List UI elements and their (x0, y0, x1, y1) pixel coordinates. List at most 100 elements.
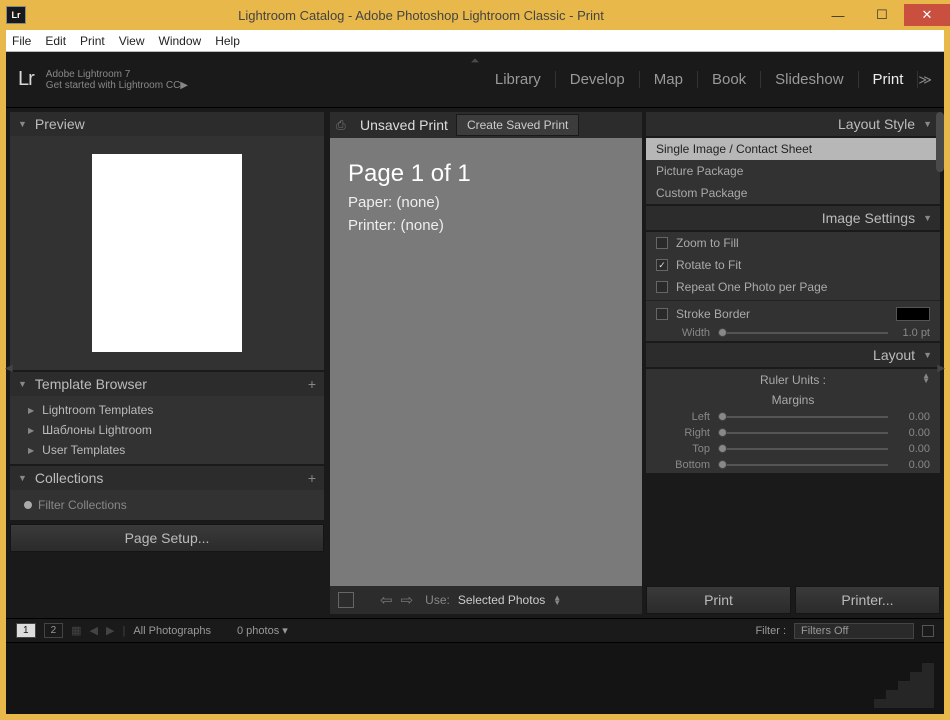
preview-panel-header[interactable]: ▼ Preview (10, 112, 324, 136)
stroke-width-value: 1.0 pt (896, 327, 930, 339)
view-secondary-button[interactable]: 2 (44, 623, 64, 638)
zoom-to-fill-checkbox[interactable] (656, 237, 668, 249)
paper-info: Paper: (none) (348, 194, 624, 211)
ruler-units-dropdown[interactable]: Ruler Units : ▲▼ (646, 369, 940, 391)
identity-subtitle: Adobe Lightroom 7 (46, 69, 188, 80)
module-library[interactable]: Library (481, 71, 556, 88)
prev-page-icon[interactable]: ⇦ (380, 591, 393, 609)
close-button[interactable]: ✕ (904, 4, 950, 26)
stroke-border-label: Stroke Border (676, 307, 750, 321)
create-saved-print-button[interactable]: Create Saved Print (456, 114, 579, 136)
chevron-down-icon: ▼ (18, 119, 27, 129)
repeat-photo-label: Repeat One Photo per Page (676, 280, 827, 294)
identity-plate[interactable]: Get started with Lightroom CC ▶ (46, 80, 188, 91)
margin-top-value: 0.00 (896, 443, 930, 455)
margins-label: Margins (646, 391, 940, 409)
layout-style-option[interactable]: Single Image / Contact Sheet (646, 138, 940, 160)
chevron-down-icon: ▼ (18, 473, 27, 483)
chevron-down-icon: ▼ (923, 213, 932, 223)
template-browser-title: Template Browser (35, 376, 147, 392)
add-collection-icon[interactable]: + (308, 470, 316, 486)
margin-left-value: 0.00 (896, 411, 930, 423)
stroke-width-slider[interactable] (718, 332, 888, 334)
use-label: Use: (425, 593, 450, 607)
margin-left-label: Left (656, 411, 710, 423)
selection-toggle[interactable] (338, 592, 354, 608)
filter-lock-icon[interactable] (922, 625, 934, 637)
margin-top-slider[interactable] (718, 448, 888, 450)
template-folder[interactable]: ▶User Templates (10, 440, 324, 460)
nav-forward-icon[interactable]: ▶ (106, 624, 114, 637)
filmstrip-toolbar: 1 2 ▦ ◀ ▶ | All Photographs 0 photos ▾ F… (6, 618, 944, 642)
view-primary-button[interactable]: 1 (16, 623, 36, 638)
module-print[interactable]: Print (859, 71, 919, 88)
menu-view[interactable]: View (119, 34, 145, 48)
page-counter: Page 1 of 1 (348, 160, 624, 188)
printer-button[interactable]: Printer... (795, 586, 940, 614)
template-folder[interactable]: ▶Шаблоны Lightroom (10, 420, 324, 440)
module-overflow-icon[interactable]: ≫ (918, 72, 932, 88)
photo-count[interactable]: 0 photos ▾ (237, 624, 288, 637)
margin-bottom-slider[interactable] (718, 464, 888, 466)
unsaved-print-label: Unsaved Print (360, 117, 448, 133)
dropdown-icon: ▲▼ (922, 373, 930, 383)
filter-label: Filter : (755, 625, 786, 637)
minimize-button[interactable]: — (816, 4, 860, 26)
filter-collections-input[interactable]: Filter Collections (10, 494, 324, 516)
rotate-to-fit-checkbox[interactable] (656, 259, 668, 271)
menu-edit[interactable]: Edit (45, 34, 66, 48)
menubar: File Edit Print View Window Help (6, 30, 944, 52)
window-title: Lightroom Catalog - Adobe Photoshop Ligh… (26, 8, 816, 23)
print-canvas[interactable]: Page 1 of 1 Paper: (none) Printer: (none… (330, 138, 642, 586)
image-settings-header[interactable]: Image Settings ▼ (646, 206, 940, 230)
printer-icon: ⎙ (336, 118, 352, 132)
module-develop[interactable]: Develop (556, 71, 640, 88)
filter-dropdown[interactable]: Filters Off (794, 623, 914, 639)
layout-style-option[interactable]: Custom Package (646, 182, 940, 204)
layout-style-title: Layout Style (838, 116, 915, 132)
print-button[interactable]: Print (646, 586, 791, 614)
next-page-icon[interactable]: ⇨ (401, 591, 414, 609)
margin-top-label: Top (656, 443, 710, 455)
menu-window[interactable]: Window (159, 34, 202, 48)
margin-right-slider[interactable] (718, 432, 888, 434)
preview-body (10, 136, 324, 370)
center-panel: ⎙ Unsaved Print Create Saved Print Page … (328, 108, 644, 618)
watermark (874, 663, 934, 708)
collections-header[interactable]: ▼ Collections + (10, 466, 324, 490)
scrollbar[interactable] (936, 112, 944, 172)
template-browser-header[interactable]: ▼ Template Browser + (10, 372, 324, 396)
left-collapse-icon[interactable]: ◀ (5, 363, 13, 374)
chevron-right-icon: ▶ (28, 426, 34, 435)
maximize-button[interactable]: ☐ (860, 4, 904, 26)
chevron-down-icon: ▼ (923, 350, 932, 360)
layout-header[interactable]: Layout ▼ (646, 343, 940, 367)
module-book[interactable]: Book (698, 71, 761, 88)
chevron-right-icon: ▶ (28, 446, 34, 455)
module-map[interactable]: Map (640, 71, 698, 88)
stroke-color-swatch[interactable] (896, 307, 930, 321)
menu-print[interactable]: Print (80, 34, 105, 48)
menu-help[interactable]: Help (215, 34, 240, 48)
page-setup-button[interactable]: Page Setup... (10, 524, 324, 552)
app-header: Lr Adobe Lightroom 7 Get started with Li… (6, 52, 944, 108)
repeat-photo-checkbox[interactable] (656, 281, 668, 293)
search-icon (24, 501, 32, 509)
filmstrip[interactable] (6, 642, 944, 714)
source-label[interactable]: All Photographs (133, 625, 211, 637)
menu-file[interactable]: File (12, 34, 31, 48)
grid-icon[interactable]: ▦ (71, 624, 81, 637)
module-slideshow[interactable]: Slideshow (761, 71, 858, 88)
use-dropdown[interactable]: Selected Photos (458, 593, 545, 607)
stroke-border-checkbox[interactable] (656, 308, 668, 320)
layout-style-header[interactable]: Layout Style ▼ (646, 112, 940, 136)
add-template-icon[interactable]: + (308, 376, 316, 392)
template-folder[interactable]: ▶Lightroom Templates (10, 400, 324, 420)
titlebar: Lr Lightroom Catalog - Adobe Photoshop L… (0, 0, 950, 30)
rotate-to-fit-label: Rotate to Fit (676, 258, 741, 272)
layout-style-option[interactable]: Picture Package (646, 160, 940, 182)
margin-left-slider[interactable] (718, 416, 888, 418)
margin-right-value: 0.00 (896, 427, 930, 439)
image-settings-title: Image Settings (822, 210, 915, 226)
nav-back-icon[interactable]: ◀ (90, 624, 98, 637)
